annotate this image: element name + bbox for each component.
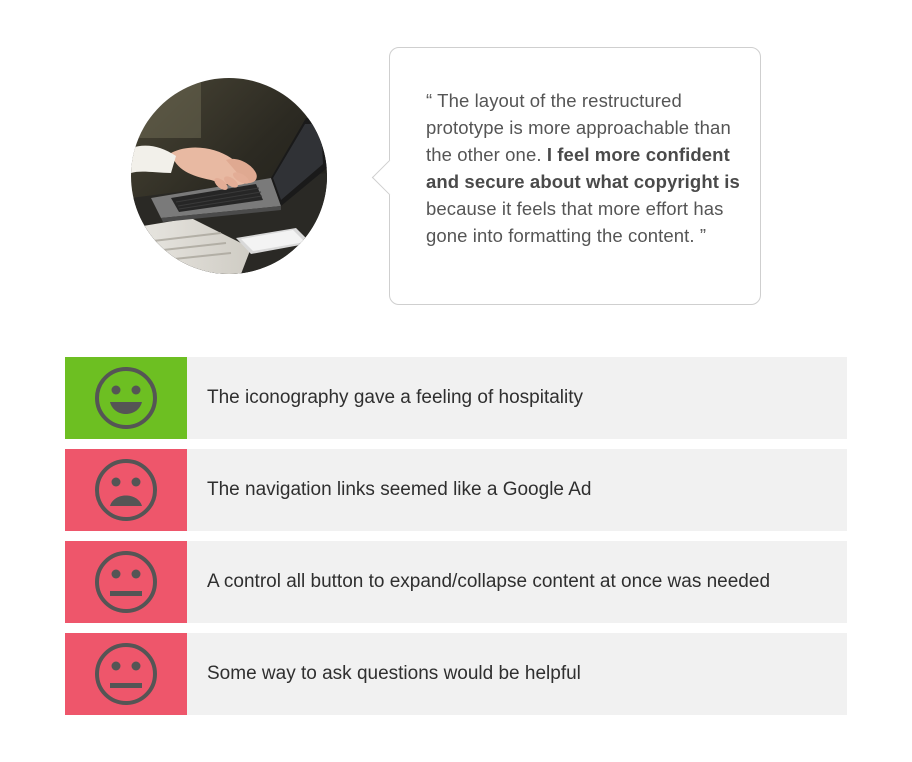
sentiment-neutral	[65, 541, 187, 623]
feedback-row: Some way to ask questions would be helpf…	[65, 633, 847, 715]
sad-face-icon	[95, 459, 157, 521]
sentiment-positive	[65, 357, 187, 439]
neutral-face-icon	[95, 551, 157, 613]
feedback-row: A control all button to expand/collapse …	[65, 541, 847, 623]
feedback-text: The navigation links seemed like a Googl…	[207, 479, 592, 500]
laptop-photo-illustration	[131, 78, 327, 274]
sentiment-negative	[65, 449, 187, 531]
neutral-face-icon	[95, 643, 157, 705]
user-photo	[131, 78, 327, 274]
quote-text-part2: because it feels that more effort has go…	[426, 198, 724, 246]
feedback-text: A control all button to expand/collapse …	[207, 571, 771, 592]
happy-face-icon	[95, 367, 157, 429]
feedback-row: The navigation links seemed like a Googl…	[65, 449, 847, 531]
feedback-text: Some way to ask questions would be helpf…	[207, 663, 581, 684]
feedback-text: The iconography gave a feeling of hospit…	[207, 387, 584, 408]
bubble-tail	[371, 159, 408, 196]
testimonial-quote: “ The layout of the restructured prototy…	[426, 87, 746, 249]
feedback-list: The iconography gave a feeling of hospit…	[65, 357, 847, 715]
quote-close-mark: ”	[699, 225, 707, 246]
testimonial-bubble: “ The layout of the restructured prototy…	[371, 47, 761, 305]
sentiment-neutral	[65, 633, 187, 715]
feedback-row: The iconography gave a feeling of hospit…	[65, 357, 847, 439]
